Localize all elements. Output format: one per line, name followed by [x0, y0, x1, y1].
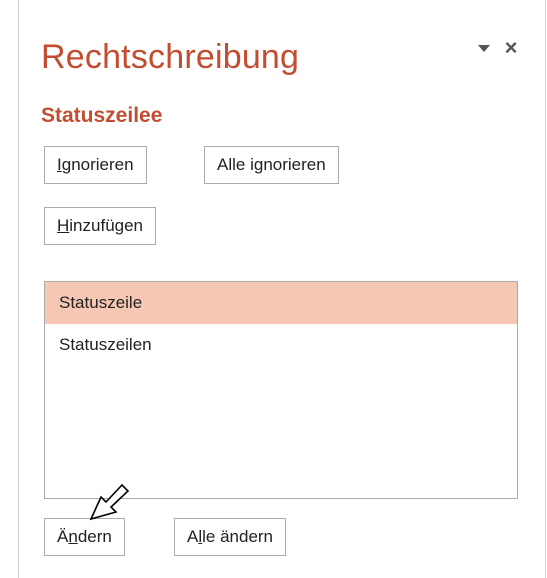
change-all-button[interactable]: Alle ändern [174, 518, 287, 556]
spelling-pane: Rechtschreibung × Statuszeilee Ignoriere… [18, 0, 546, 578]
suggestions-list[interactable]: Statuszeile Statuszeilen [44, 281, 518, 499]
change-label-start: Ä [57, 527, 69, 546]
ignore-all-access-key: g [253, 155, 264, 174]
pane-title: Rechtschreibung [41, 38, 300, 76]
ignore-button[interactable]: Ignorieren [44, 146, 147, 184]
change-access-key: n [68, 527, 78, 546]
ignore-all-button[interactable]: Alle ignorieren [204, 146, 339, 184]
suggestion-item[interactable]: Statuszeilen [45, 324, 517, 366]
suggestion-label: Statuszeilen [59, 335, 152, 354]
change-all-label-end: le ändern [202, 527, 274, 546]
ignore-all-label-end: norieren [263, 155, 326, 174]
change-button[interactable]: Ändern [44, 518, 125, 556]
suggestion-item[interactable]: Statuszeile [45, 282, 517, 324]
misspelled-word: Statuszeilee [41, 104, 163, 127]
change-label-end: dern [77, 527, 112, 546]
add-access-key: H [57, 216, 70, 235]
close-icon[interactable]: × [502, 36, 520, 60]
pane-options-icon[interactable] [477, 42, 491, 56]
suggestion-label: Statuszeile [59, 293, 143, 312]
ignore-label: gnorieren [61, 155, 134, 174]
change-all-label-start: A [187, 527, 199, 546]
ignore-all-label-start: Alle i [217, 155, 254, 174]
add-label: inzufügen [69, 216, 144, 235]
add-button[interactable]: Hinzufügen [44, 207, 157, 245]
